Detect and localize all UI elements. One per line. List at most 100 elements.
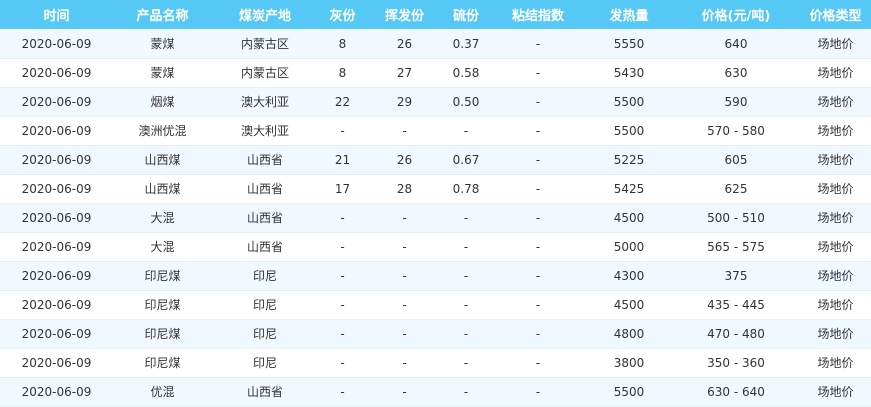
cell-product-name: 烟煤	[113, 87, 212, 117]
cell-price-type: 场地价	[800, 232, 871, 262]
cell-sulfur: -	[442, 232, 490, 262]
cell-origin: 印尼	[212, 348, 318, 378]
cell-volatile: 29	[367, 87, 442, 117]
table-row[interactable]: 2020-06-09 山西煤 山西省 21 26 0.67-5225 605 场地价	[0, 145, 871, 175]
cell-date: 2020-06-09	[0, 29, 113, 59]
cell-product-name: 大混	[113, 203, 212, 233]
table-row[interactable]: 2020-06-09 大混 山西省 - - - -4500 500 - 510 场地价	[0, 203, 871, 233]
cell-price: 625	[672, 174, 800, 204]
cell-sulfur: -	[442, 116, 490, 146]
table-row[interactable]: 2020-06-09 蒙煤 内蒙古区 8 27 0.58-5430 630 场地价	[0, 58, 871, 88]
table-row[interactable]: 2020-06-09 澳洲优混 澳大利亚 - - - -5500 570 - 580 场地价	[0, 116, 871, 146]
cell-caking-index: -	[490, 348, 586, 378]
cell-price-type: 场地价	[800, 319, 871, 349]
header-calorific[interactable]: 发热量	[586, 0, 672, 30]
cell-product-name: 蒙煤	[113, 29, 212, 59]
cell-caking-index: -	[490, 58, 586, 88]
cell-product-name: 印尼煤	[113, 319, 212, 349]
cell-ash: -	[318, 203, 367, 233]
cell-sulfur: 0.37	[442, 29, 490, 59]
cell-calorific: 5500	[586, 87, 672, 117]
cell-calorific: 4500	[586, 203, 672, 233]
cell-calorific: 5000	[586, 232, 672, 262]
table-header: 时间 产品名称 煤炭产地 灰份 挥发份 硫份 粘结指数 发热量 价格(元/吨) …	[0, 0, 871, 30]
table-row[interactable]: 2020-06-09 烟煤 澳大利亚 22 29 0.50-5500 590 场地价	[0, 87, 871, 117]
table-row[interactable]: 2020-06-09 大混 山西省 - - - -5000 565 - 575 场地价	[0, 232, 871, 262]
cell-price-type: 场地价	[800, 29, 871, 59]
cell-price: 350 - 360	[672, 348, 800, 378]
cell-sulfur: 0.58	[442, 58, 490, 88]
cell-ash: -	[318, 377, 367, 407]
header-origin[interactable]: 煤炭产地	[212, 0, 318, 30]
cell-volatile: -	[367, 377, 442, 407]
header-ash[interactable]: 灰份	[318, 0, 367, 30]
cell-calorific: 5550	[586, 29, 672, 59]
cell-price-type: 场地价	[800, 174, 871, 204]
cell-calorific: 5500	[586, 377, 672, 407]
cell-caking-index: -	[490, 319, 586, 349]
cell-price-type: 场地价	[800, 203, 871, 233]
cell-price: 630 - 640	[672, 377, 800, 407]
cell-caking-index: -	[490, 261, 586, 291]
cell-product-name: 蒙煤	[113, 58, 212, 88]
cell-origin: 内蒙古区	[212, 58, 318, 88]
header-row: 时间 产品名称 煤炭产地 灰份 挥发份 硫份 粘结指数 发热量 价格(元/吨) …	[0, 0, 871, 30]
cell-sulfur: -	[442, 203, 490, 233]
header-caking-index[interactable]: 粘结指数	[490, 0, 586, 30]
cell-calorific: 5430	[586, 58, 672, 88]
cell-sulfur: 0.67	[442, 145, 490, 175]
cell-ash: 21	[318, 145, 367, 175]
cell-caking-index: -	[490, 145, 586, 175]
cell-price: 630	[672, 58, 800, 88]
cell-price: 640	[672, 29, 800, 59]
cell-sulfur: -	[442, 319, 490, 349]
cell-price: 375	[672, 261, 800, 291]
cell-price-type: 场地价	[800, 377, 871, 407]
header-date[interactable]: 时间	[0, 0, 113, 30]
table-row[interactable]: 2020-06-09 蒙煤 内蒙古区 8 26 0.37-5550 640 场地价	[0, 29, 871, 59]
cell-product-name: 印尼煤	[113, 348, 212, 378]
cell-price-type: 场地价	[800, 348, 871, 378]
table-row[interactable]: 2020-06-09 山西煤 山西省 17 28 0.78-5425 625 场地价	[0, 174, 871, 204]
cell-origin: 山西省	[212, 203, 318, 233]
cell-origin: 内蒙古区	[212, 29, 318, 59]
cell-ash: 22	[318, 87, 367, 117]
cell-price-type: 场地价	[800, 116, 871, 146]
cell-price-type: 场地价	[800, 87, 871, 117]
cell-sulfur: -	[442, 261, 490, 291]
header-product-name[interactable]: 产品名称	[113, 0, 212, 30]
cell-price-type: 场地价	[800, 261, 871, 291]
cell-price: 470 - 480	[672, 319, 800, 349]
cell-ash: -	[318, 290, 367, 320]
header-volatile[interactable]: 挥发份	[367, 0, 442, 30]
cell-date: 2020-06-09	[0, 145, 113, 175]
coal-price-table: 时间 产品名称 煤炭产地 灰份 挥发份 硫份 粘结指数 发热量 价格(元/吨) …	[0, 0, 871, 407]
table-row[interactable]: 2020-06-09 印尼煤 印尼 - - - -4800 470 - 480 场地价	[0, 319, 871, 349]
cell-price-type: 场地价	[800, 145, 871, 175]
cell-calorific: 4800	[586, 319, 672, 349]
cell-ash: -	[318, 116, 367, 146]
table-body: 2020-06-09 蒙煤 内蒙古区 8 26 0.37-5550 640 场地价 2020-0…	[0, 29, 871, 407]
cell-sulfur: -	[442, 348, 490, 378]
table-row[interactable]: 2020-06-09 印尼煤 印尼 - - - -3800 350 - 360 场地价	[0, 348, 871, 378]
cell-product-name: 山西煤	[113, 145, 212, 175]
cell-volatile: -	[367, 290, 442, 320]
table-row[interactable]: 2020-06-09 优混 山西省 - - - -5500 630 - 640 场地价	[0, 377, 871, 407]
cell-price-type: 场地价	[800, 290, 871, 320]
cell-price: 565 - 575	[672, 232, 800, 262]
header-price[interactable]: 价格(元/吨)	[672, 0, 800, 30]
cell-ash: 8	[318, 29, 367, 59]
cell-ash: -	[318, 348, 367, 378]
cell-price: 570 - 580	[672, 116, 800, 146]
cell-price: 435 - 445	[672, 290, 800, 320]
header-price-type[interactable]: 价格类型	[800, 0, 871, 30]
table-row[interactable]: 2020-06-09 印尼煤 印尼 - - - -4500 435 - 445 场地价	[0, 290, 871, 320]
cell-ash: 8	[318, 58, 367, 88]
table-row[interactable]: 2020-06-09 印尼煤 印尼 - - - -4300 375 场地价	[0, 261, 871, 291]
cell-date: 2020-06-09	[0, 203, 113, 233]
header-sulfur[interactable]: 硫份	[442, 0, 490, 30]
cell-volatile: -	[367, 319, 442, 349]
cell-calorific: 4500	[586, 290, 672, 320]
cell-product-name: 印尼煤	[113, 290, 212, 320]
cell-ash: -	[318, 319, 367, 349]
